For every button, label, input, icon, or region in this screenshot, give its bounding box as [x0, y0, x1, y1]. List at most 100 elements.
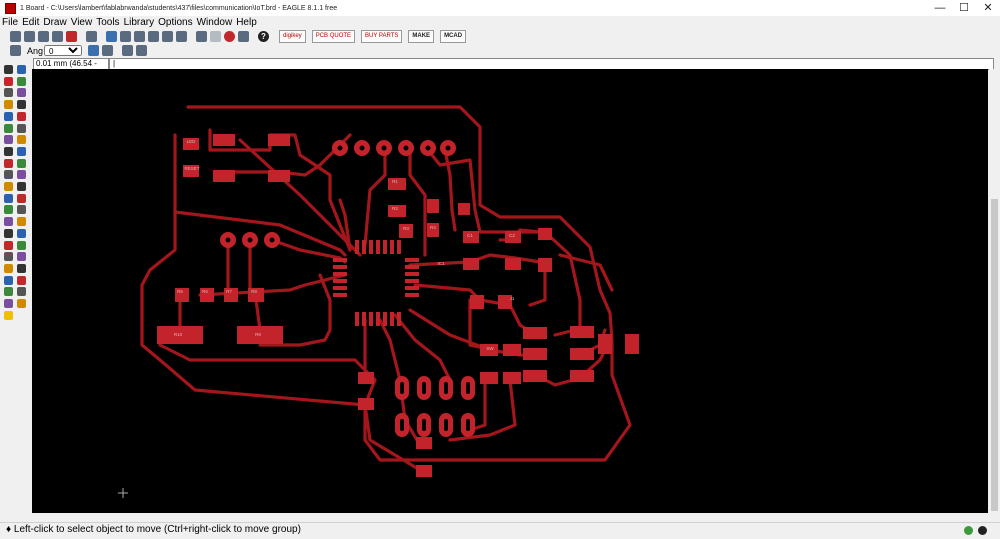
script-icon[interactable] — [86, 31, 97, 42]
signal-tool-icon[interactable] — [17, 240, 26, 250]
lock-tool-icon[interactable] — [4, 182, 13, 191]
smd-pad-36[interactable] — [503, 372, 521, 384]
maximize-button[interactable]: ☐ — [952, 0, 976, 16]
th-drill-6[interactable] — [445, 145, 451, 151]
ic1-top-pin-2[interactable] — [362, 240, 366, 254]
smd-pad-35[interactable] — [480, 372, 498, 384]
text-tool-icon[interactable] — [17, 205, 26, 215]
smd-pad-10[interactable] — [427, 199, 439, 213]
ic1-left-pin-1[interactable] — [333, 258, 347, 262]
board-label-4[interactable]: R2 — [392, 206, 398, 211]
ic1-top-pin-5[interactable] — [383, 240, 387, 254]
menu-draw[interactable]: Draw — [43, 17, 66, 28]
print-icon[interactable] — [38, 31, 49, 42]
smd-pad-16[interactable] — [463, 258, 479, 270]
trace-4[interactable] — [208, 128, 352, 252]
polygon-tool-icon[interactable] — [17, 228, 26, 238]
smd-pad-6[interactable] — [268, 170, 290, 182]
th-drill-3[interactable] — [381, 145, 387, 151]
open-icon[interactable] — [10, 31, 21, 42]
miter-tool-icon[interactable] — [17, 287, 26, 297]
mark-tool-icon[interactable] — [17, 76, 26, 86]
ic1-left-pin-3[interactable] — [333, 272, 347, 276]
switch-slot-7[interactable] — [444, 419, 448, 431]
th-drill-1[interactable] — [337, 145, 343, 151]
board-label-15[interactable]: SW — [486, 346, 494, 351]
ic1-bottom-pin-6[interactable] — [390, 312, 394, 326]
drc2-tool-icon[interactable] — [4, 299, 13, 308]
ic1-top-pin-1[interactable] — [355, 240, 359, 254]
rotate-tool-icon[interactable] — [4, 100, 13, 110]
trace-20[interactable] — [413, 283, 537, 337]
ic1-top-pin-7[interactable] — [397, 240, 401, 254]
minimize-button[interactable]: — — [928, 0, 952, 16]
board-label-1[interactable]: LED — [187, 139, 197, 144]
smd-pad-32[interactable] — [625, 334, 639, 354]
board-label-6[interactable]: R4 — [430, 225, 436, 230]
name-tool-icon[interactable] — [17, 146, 26, 156]
trace-30[interactable] — [558, 253, 614, 292]
undo-icon[interactable] — [196, 31, 207, 42]
trace-22[interactable] — [393, 313, 452, 382]
pcb-quote-button[interactable]: PCB QUOTE — [311, 30, 356, 43]
smd-pad-30[interactable] — [570, 370, 594, 382]
value-tool-icon[interactable] — [4, 158, 13, 168]
board-label-7[interactable]: C1 — [467, 233, 473, 238]
trace-28[interactable] — [448, 378, 517, 442]
make-button[interactable]: MAKE — [408, 30, 435, 43]
warning-tool-icon[interactable] — [4, 310, 13, 320]
smd-pad-31[interactable] — [598, 334, 612, 354]
smd-pad-12[interactable] — [458, 203, 470, 215]
switch-slot-4[interactable] — [466, 382, 470, 394]
ic1-right-pin-3[interactable] — [405, 272, 419, 276]
menu-file[interactable]: File — [2, 17, 18, 28]
board-label-14[interactable]: J1 — [510, 296, 515, 301]
ic1-bottom-pin-4[interactable] — [376, 312, 380, 326]
ic1-right-pin-5[interactable] — [405, 286, 419, 290]
switch-slot-6[interactable] — [422, 419, 426, 431]
rect-tool-icon[interactable] — [4, 228, 13, 238]
smd-pad-38[interactable] — [358, 398, 374, 410]
th-drill-2[interactable] — [359, 145, 365, 151]
go-icon[interactable] — [238, 31, 249, 42]
smd-pad-40[interactable] — [416, 437, 432, 449]
ic1-bottom-pin-2[interactable] — [362, 312, 366, 326]
ic1-bottom-pin-3[interactable] — [369, 312, 373, 326]
th-drill-7[interactable] — [225, 237, 231, 243]
smd-pad-28[interactable] — [570, 348, 594, 360]
board-label-12[interactable]: R7 — [226, 289, 232, 294]
run-ulp-icon[interactable] — [106, 31, 117, 42]
angle-select[interactable]: 0 — [44, 45, 83, 56]
redo-icon[interactable] — [210, 31, 221, 42]
schematic-icon[interactable] — [66, 31, 77, 42]
ic1-right-pin-2[interactable] — [405, 265, 419, 269]
layer-grid-icon[interactable] — [122, 45, 134, 56]
align-tool-icon[interactable] — [4, 111, 13, 121]
dimension-tool-icon[interactable] — [4, 252, 13, 262]
change-tool-icon[interactable] — [4, 123, 13, 133]
board-label-10[interactable]: R5 — [177, 289, 183, 294]
status-stop-icon[interactable] — [978, 526, 987, 535]
trace-7[interactable] — [363, 148, 387, 247]
hole-tool-icon[interactable] — [4, 240, 13, 250]
smd-pad-39[interactable] — [416, 465, 432, 477]
show-tool-icon[interactable] — [17, 65, 26, 74]
meander-tool-icon[interactable] — [4, 287, 13, 297]
smd-pad-5[interactable] — [213, 170, 235, 182]
ic1-bottom-pin-7[interactable] — [397, 312, 401, 326]
ripup-tool-icon[interactable] — [4, 193, 13, 203]
zoom-redraw-icon[interactable] — [162, 31, 173, 42]
ic1-bottom-pin-1[interactable] — [355, 312, 359, 326]
smd-pad-23[interactable] — [470, 295, 484, 309]
digikey-button[interactable]: digikey — [279, 30, 306, 43]
info-tool-icon[interactable] — [4, 65, 13, 74]
board-label-17[interactable]: R9 — [255, 332, 261, 337]
ic1-left-pin-4[interactable] — [333, 279, 347, 283]
trace-8[interactable] — [408, 148, 427, 257]
route-tool-icon[interactable] — [17, 182, 26, 191]
ic1-right-pin-6[interactable] — [405, 293, 419, 297]
trace-23[interactable] — [363, 318, 422, 472]
smd-pad-2[interactable] — [213, 134, 235, 146]
ratsnest-tool-icon[interactable] — [4, 275, 13, 285]
zoom-fit-icon[interactable] — [120, 31, 131, 42]
